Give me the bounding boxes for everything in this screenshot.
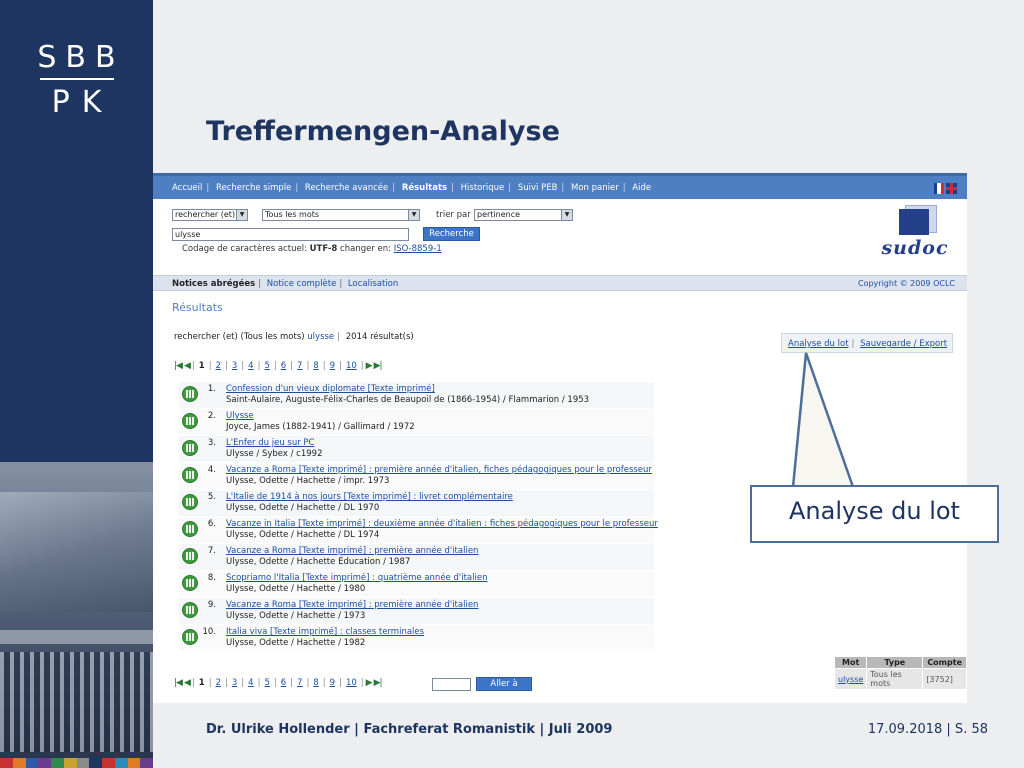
callout-text: Analyse du lot — [789, 497, 960, 525]
callout-arrow — [791, 352, 855, 489]
callout-pointer — [791, 352, 855, 489]
callout-box: Analyse du lot — [750, 485, 999, 543]
